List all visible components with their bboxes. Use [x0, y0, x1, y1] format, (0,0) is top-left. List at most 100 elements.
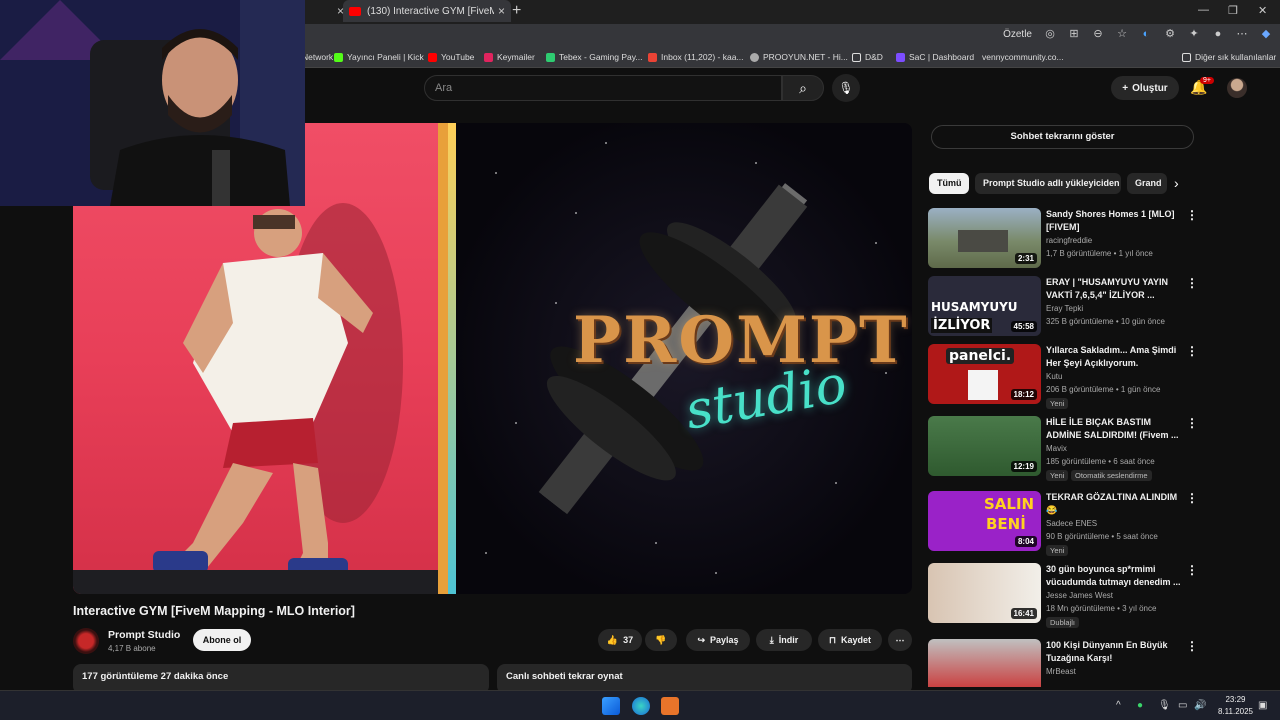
bookmark-5[interactable]: Inbox (11,202) - kaa...	[648, 52, 744, 62]
recommendation-channel: MrBeast	[1046, 667, 1076, 676]
dubbed-badge: Dublajlı	[1046, 617, 1080, 628]
save-button[interactable]: ⊓ Kaydet	[818, 629, 882, 651]
gear-icon[interactable]: ⚙	[1164, 28, 1176, 40]
recommendation-item[interactable]: 2:31 Sandy Shores Homes 1 [MLO] [FIVEM] …	[928, 208, 1203, 272]
more-vert-icon[interactable]: ⋮	[1186, 344, 1198, 358]
status-dot-icon[interactable]: ●	[1137, 700, 1143, 711]
recommendation-channel: Jesse James West	[1046, 591, 1113, 600]
maximize-icon[interactable]: ❐	[1228, 4, 1238, 17]
recommendation-meta: 206 B görüntüleme • 1 gün önce	[1046, 385, 1161, 394]
recommendation-channel: Mavix	[1046, 444, 1067, 453]
recommendation-thumbnail[interactable]: SALIN BENİ 8:04	[928, 491, 1041, 551]
minimize-icon[interactable]: —	[1198, 4, 1209, 16]
chip-grand[interactable]: Grand	[1127, 173, 1167, 194]
windows-start-icon[interactable]	[602, 697, 620, 715]
puzzle-icon[interactable]: ✦	[1188, 28, 1200, 40]
download-button[interactable]: ⤓ İndir	[756, 629, 812, 651]
bookmark-0[interactable]: Network	[302, 52, 333, 62]
bookmark-9[interactable]: vennycommunity.co...	[982, 52, 1064, 62]
keymailer-icon	[484, 52, 493, 62]
download-icon: ⤓	[769, 634, 774, 645]
more-vert-icon[interactable]: ⋮	[1186, 416, 1198, 430]
recommendation-item[interactable]: SALIN BENİ 8:04 TEKRAR GÖZALTINA ALINDIM…	[928, 491, 1203, 556]
bookmark-7[interactable]: D&D	[852, 52, 883, 62]
close-window-icon[interactable]: ✕	[1258, 4, 1267, 17]
bookmark-1[interactable]: Yayıncı Paneli | Kick	[334, 52, 424, 62]
recommendation-item[interactable]: 12:19 HİLE İLE BIÇAK BASTIM ADMİNE SALDI…	[928, 416, 1203, 481]
floor-strip	[73, 570, 456, 594]
account-avatar[interactable]	[1227, 78, 1247, 98]
search-button[interactable]: ⌕	[782, 75, 824, 101]
close-prev-tab-icon[interactable]: ×	[337, 4, 344, 18]
recommendation-item[interactable]: 16:41 30 gün boyunca sp*rmimi vücudumda …	[928, 563, 1203, 628]
chip-from-uploader[interactable]: Prompt Studio adlı yükleyiciden	[975, 173, 1121, 194]
bookmark-3[interactable]: Keymailer	[484, 52, 535, 62]
gradient-stripe	[448, 123, 456, 594]
more-vert-icon[interactable]: ⋮	[1186, 491, 1198, 505]
new-badge: Yeni	[1046, 398, 1069, 409]
auto-dubbed-badge: Otomatik seslendirme	[1071, 470, 1152, 481]
mic-icon: 🎙	[838, 81, 854, 95]
chevron-up-icon[interactable]: ^	[1116, 700, 1121, 711]
recommendation-thumbnail[interactable]: 16:41	[928, 563, 1041, 623]
recommendation-item[interactable]: HUSAMYUYU İZLİYOR 45:58 ERAY | "HUSAMYUY…	[928, 276, 1203, 340]
voice-search-button[interactable]: 🎙	[832, 74, 860, 102]
edge-icon[interactable]	[632, 697, 650, 715]
duration-badge: 2:31	[1014, 253, 1037, 264]
bookmark-star-icon[interactable]: ☆	[1116, 28, 1128, 40]
views-and-time: 177 görüntüleme 27 dakika önce	[82, 671, 229, 682]
like-button[interactable]: 👍 37	[598, 629, 642, 651]
streamer-figure	[0, 0, 305, 206]
recommendation-item[interactable]: 100 Kişi Dünyanın En Büyük Tuzağına Karş…	[928, 639, 1203, 687]
more-actions-button[interactable]: ⋯	[888, 629, 912, 651]
translate-label[interactable]: Özetle	[1003, 29, 1032, 40]
profile-icon[interactable]: ●	[1212, 28, 1224, 40]
recommendation-thumbnail[interactable]	[928, 639, 1041, 687]
recommendation-thumbnail[interactable]: 12:19	[928, 416, 1041, 476]
recommendation-thumbnail[interactable]: 2:31	[928, 208, 1041, 268]
menu-dots-icon[interactable]: ⋯	[1236, 28, 1248, 40]
search-input[interactable]: Ara	[424, 75, 782, 101]
volume-icon[interactable]: 🔊	[1194, 700, 1206, 711]
more-icon: ⋯	[895, 634, 905, 645]
share-button[interactable]: ↪ Paylaş	[686, 629, 750, 651]
recommendation-thumbnail[interactable]: panelci. 18:12	[928, 344, 1041, 404]
channel-avatar[interactable]	[73, 628, 99, 654]
bookmark-4[interactable]: Tebex - Gaming Pay...	[546, 52, 642, 62]
more-vert-icon[interactable]: ⋮	[1186, 563, 1198, 577]
recommendation-item[interactable]: panelci. 18:12 Yıllarca Sakladım... Ama …	[928, 344, 1203, 409]
new-tab-icon[interactable]: +	[512, 2, 521, 20]
chip-all[interactable]: Tümü	[929, 173, 969, 194]
dislike-button[interactable]: 👎	[645, 629, 677, 651]
app-icon[interactable]	[661, 697, 679, 715]
new-badge: Yeni	[1046, 545, 1069, 556]
create-button[interactable]: + Oluştur	[1111, 76, 1179, 100]
mic-tray-icon[interactable]: 🎙	[1158, 700, 1171, 711]
taskbar-clock[interactable]: 23:29 8.11.2025	[1218, 694, 1253, 718]
chevron-right-icon[interactable]: ›	[1174, 175, 1179, 191]
bookmark-6[interactable]: PROOYUN.NET - Hi...	[750, 52, 848, 62]
more-vert-icon[interactable]: ⋮	[1186, 276, 1198, 290]
chat-replay-label: Canlı sohbeti tekrar oynat	[506, 671, 623, 682]
recommendation-channel: racingfreddie	[1046, 236, 1093, 245]
other-bookmarks[interactable]: Diğer sık kullanılanlar	[1182, 52, 1276, 62]
network-icon[interactable]: ▭	[1178, 700, 1187, 711]
recommendation-thumbnail[interactable]: HUSAMYUYU İZLİYOR 45:58	[928, 276, 1041, 336]
tab-active[interactable]: (130) Interactive GYM [FiveM Mapping - M…	[343, 0, 511, 22]
channel-name[interactable]: Prompt Studio	[108, 629, 180, 641]
extension-icon[interactable]: ◐	[1140, 28, 1152, 40]
close-tab-icon[interactable]: ×	[498, 4, 505, 18]
thumbnail-text: panelci.	[946, 348, 1015, 364]
apps-icon[interactable]: ⊞	[1068, 28, 1080, 40]
show-chat-replay-button[interactable]: Sohbet tekrarını göster	[931, 125, 1194, 149]
more-vert-icon[interactable]: ⋮	[1186, 639, 1198, 653]
bookmark-2[interactable]: YouTube	[428, 52, 474, 62]
more-vert-icon[interactable]: ⋮	[1186, 208, 1198, 222]
translate-icon[interactable]: ◎	[1044, 28, 1056, 40]
brand-title: PROMPT	[573, 303, 909, 378]
zoom-icon[interactable]: ⊖	[1092, 28, 1104, 40]
subscribe-button[interactable]: Abone ol	[193, 629, 251, 651]
bookmark-8[interactable]: SaC | Dashboard	[896, 52, 974, 62]
notifications-icon[interactable]: ▣	[1258, 700, 1267, 711]
copilot-icon[interactable]: ◆	[1260, 28, 1272, 40]
